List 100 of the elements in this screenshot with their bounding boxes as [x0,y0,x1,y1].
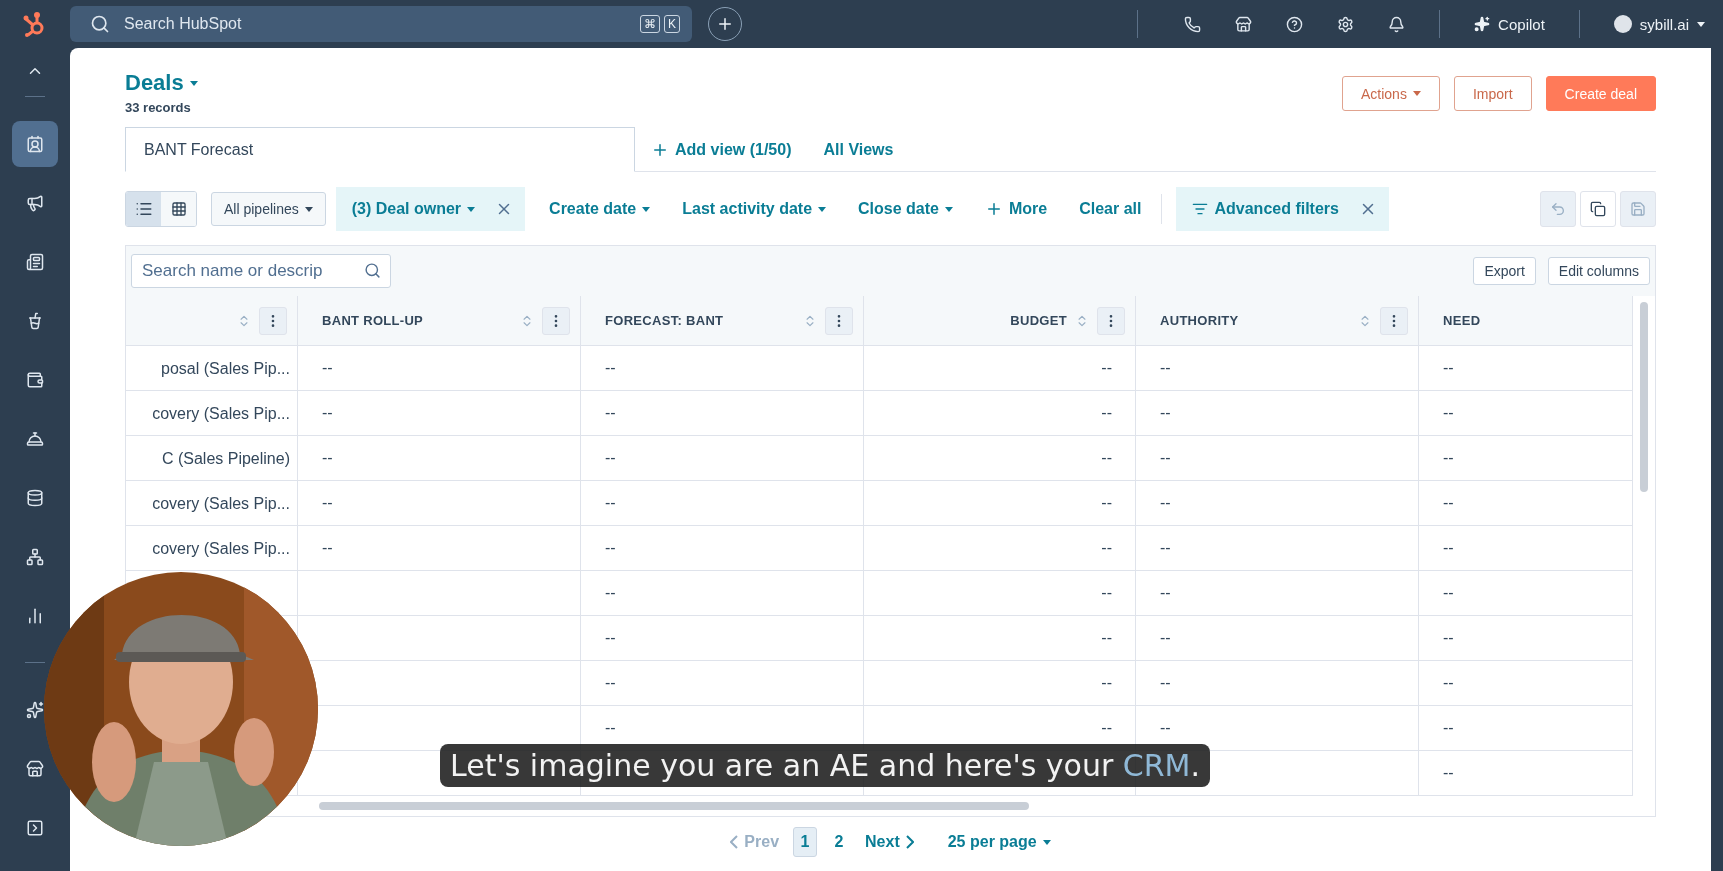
table-cell: -- [1443,629,1454,647]
add-view-link[interactable]: Add view (1/50) [635,129,808,171]
phone-icon[interactable] [1184,15,1202,33]
record-count: 33 records [125,100,192,115]
filter-dropdown[interactable]: Create date [533,188,667,230]
deals-title[interactable]: Deals [125,70,198,96]
search-icon[interactable] [364,262,381,279]
table-cell: -- [605,629,616,647]
sparkle-icon [1474,16,1491,32]
table-cell: -- [605,584,616,602]
contacts-icon[interactable] [12,121,58,167]
table-cell: -- [1443,719,1454,737]
search-field[interactable]: Search name or descrip [131,254,391,288]
table-cell: -- [1101,359,1112,377]
table-cell: C (Sales Pipeline) [161,449,290,468]
table-cell: -- [605,719,616,737]
per-page-dropdown[interactable]: 25 per page [943,829,1055,855]
plus-icon [651,141,669,159]
bell-icon[interactable] [1388,15,1406,33]
chevron-right-icon [905,835,914,849]
list-icon [134,200,153,218]
grid-icon [170,201,187,217]
table-cell: -- [322,494,333,512]
action-button[interactable]: Import [1453,76,1532,111]
table-cell: -- [1160,494,1171,512]
edit-columns-button[interactable]: Edit columns [1547,257,1650,285]
table-cell: -- [1443,449,1454,467]
filter-dropdown[interactable]: Last activity date [666,188,843,230]
table-cell: -- [322,449,333,467]
search-field[interactable]: Search HubSpot ⌘ K [70,6,692,42]
video-caption: Let's imagine you are an AE and here's your CRM. [440,744,1211,787]
table-cell: -- [605,404,616,422]
tool-glyph-icon [1590,201,1606,217]
table-cell: -- [322,539,333,557]
table-cell: -- [605,539,616,557]
action-button[interactable]: Actions [1342,76,1440,111]
table-cell: -- [1160,404,1171,422]
page-button[interactable]: 1 [793,827,818,857]
page-button[interactable]: 2 [827,827,852,857]
table-cell: -- [1443,584,1454,602]
table-cell: -- [1160,584,1171,602]
settings-icon[interactable] [1337,15,1355,33]
view-tab[interactable]: BANT Forecast [125,127,635,172]
table-cell: -- [1101,494,1112,512]
shortcut-key: ⌘ [640,15,660,33]
scrollbar[interactable] [319,802,1029,810]
copy-icon[interactable] [1580,191,1616,227]
more-filters-button[interactable]: More [969,188,1064,230]
table-cell: posal (Sales Pip... [161,359,290,378]
column-header: FORECAST: BANT [605,313,724,328]
plus-icon [985,200,1003,218]
table-cell: -- [1443,674,1454,692]
clear-all-link[interactable]: Clear all [1063,188,1158,230]
account-menu[interactable]: sybill.ai [1607,14,1711,34]
column-header: AUTHORITY [1160,313,1239,328]
table-cell: -- [1160,719,1171,737]
table-cell: -- [605,449,616,467]
filter-dropdown[interactable]: Close date [842,188,969,230]
pipeline-dropdown[interactable]: All pipelines [211,192,326,226]
table-cell: covery (Sales Pip... [152,404,290,423]
table-cell: -- [1443,359,1454,377]
table-cell: -- [1160,359,1171,377]
column-header: BANT ROLL-UP [322,313,424,328]
table-cell: -- [1101,629,1112,647]
shortcut-key: K [664,15,680,33]
table-cell: -- [1443,764,1454,782]
table-cell: -- [1160,449,1171,467]
plus-icon [716,15,734,33]
table-cell: -- [1101,584,1112,602]
all-views-link[interactable]: All Views [807,129,910,171]
copilot-button[interactable]: Copilot [1468,14,1551,34]
next-button[interactable]: Next [861,829,918,855]
list-view-button[interactable] [126,192,161,226]
table-cell: -- [1101,404,1112,422]
table-cell: -- [1101,719,1112,737]
table-cell: -- [1160,674,1171,692]
grid-view-button[interactable] [161,192,196,226]
table-cell: -- [605,494,616,512]
filter-icon [1192,201,1209,217]
chevron-left-icon [730,835,739,849]
table-cell: -- [1443,539,1454,557]
table-cell: -- [1101,539,1112,557]
table-cell: -- [605,359,616,377]
table-cell: -- [322,404,333,422]
table-cell: -- [1101,674,1112,692]
table-cell: -- [1443,494,1454,512]
table-cell: -- [322,359,333,377]
action-button[interactable]: Create deal [1545,76,1656,111]
tool-glyph-icon [1630,201,1646,217]
scrollbar[interactable] [1640,302,1648,492]
export-button[interactable]: Export [1473,257,1536,285]
store-icon[interactable] [1235,15,1253,33]
help-icon[interactable] [1286,15,1304,33]
column-header: BUDGET [1010,313,1067,328]
table-cell: -- [1160,539,1171,557]
table-cell: covery (Sales Pip... [152,494,290,513]
table-cell: -- [1443,404,1454,422]
search-icon [90,14,110,34]
column-header: NEED [1443,313,1481,328]
table-cell: covery (Sales Pip... [152,539,290,558]
